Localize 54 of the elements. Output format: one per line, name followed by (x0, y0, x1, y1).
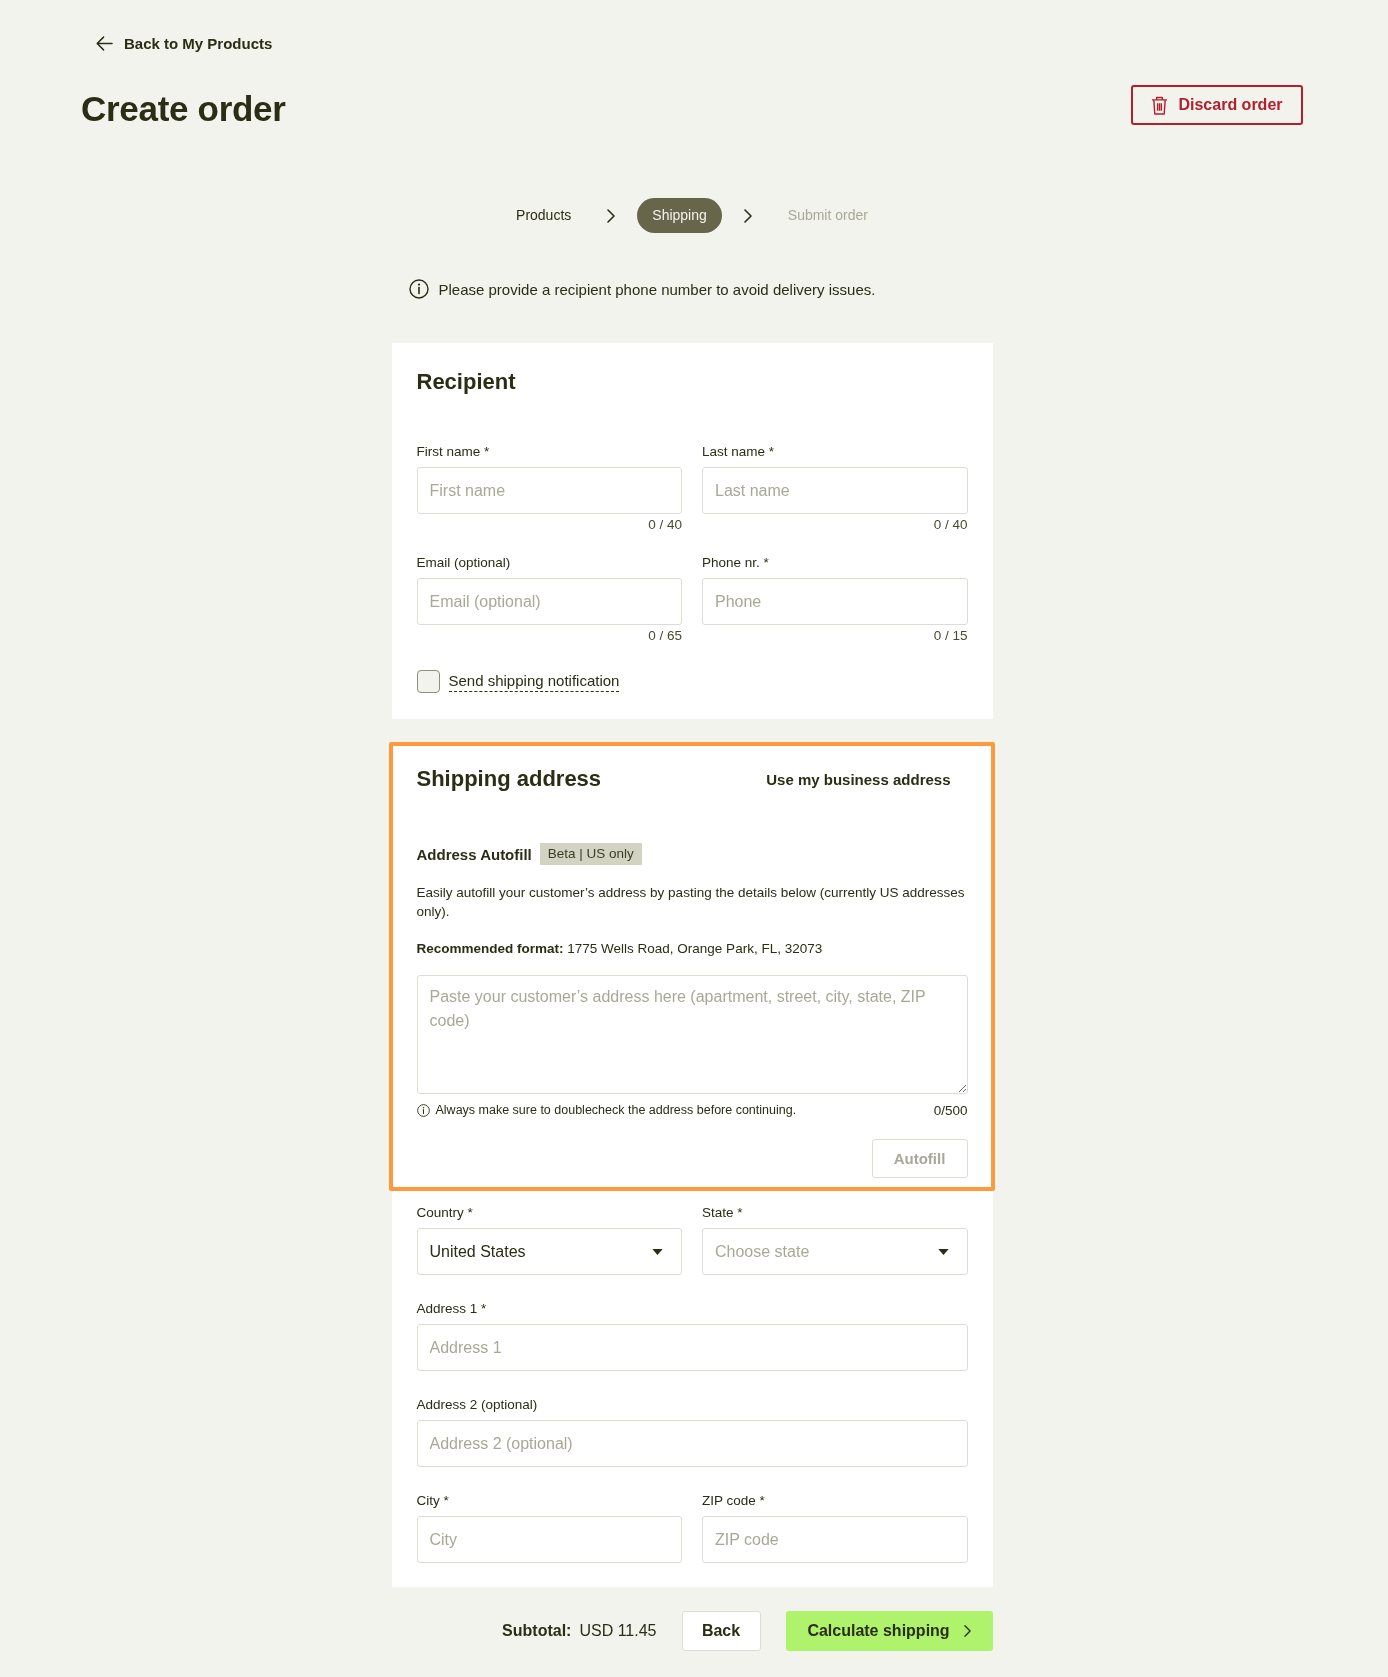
address-text-area[interactable]: Paste your customer’s address here (apartment, street, city, state, ZIP code) (416, 975, 968, 1094)
page-title: Create order (81, 88, 286, 130)
section-title: Shipping address (416, 765, 602, 793)
field-label: State * (702, 1204, 743, 1222)
arrow-left-icon (96, 35, 113, 51)
format-hint: Recommended format: 1775 Wells Road, Orange Park, FL, 32073 (416, 940, 824, 958)
chevron-right-icon (607, 208, 616, 223)
field-label: Address 1 * (416, 1300, 487, 1318)
input-field[interactable]: Address 2 (optional) (416, 1420, 968, 1467)
caret-down-icon (937, 1248, 949, 1255)
trash-icon (1151, 95, 1169, 115)
beta-badge: Beta | US only (539, 843, 642, 865)
input-field[interactable]: Email (optional) (416, 578, 682, 625)
business-address-link[interactable]: Use my business address (766, 770, 951, 788)
field-label: City * (416, 1492, 449, 1510)
character-counter: 0 / 65 (648, 628, 682, 644)
input-field[interactable]: City (416, 1516, 682, 1563)
caret-down-icon (652, 1248, 663, 1255)
field-label: Phone nr. * (702, 554, 769, 572)
autofill-title: Address Autofill (416, 845, 532, 863)
subtotal-amount: USD 11.45 (579, 1622, 657, 1640)
step-tab[interactable]: Shipping (637, 198, 722, 233)
field-label: First name * (416, 443, 490, 461)
chevron-right-icon (743, 208, 752, 223)
field-label: Email (optional) (416, 554, 511, 572)
field-label: Last name * (702, 443, 775, 461)
hint-text: Always make sure to doublecheck the address before continuing. (435, 1103, 798, 1117)
character-counter: 0 / 15 (933, 628, 968, 644)
field-label: ZIP code * (702, 1492, 765, 1510)
calculate-shipping-button[interactable]: Calculate shipping (785, 1611, 993, 1651)
back-button[interactable]: Back (681, 1611, 761, 1651)
input-field[interactable]: ZIP code (702, 1516, 968, 1563)
input-field[interactable]: Last name (702, 467, 968, 514)
checkbox-label[interactable]: Send shipping notification (448, 671, 620, 692)
info-icon (416, 1103, 430, 1117)
info-icon (408, 279, 429, 299)
field-label: Country * (416, 1204, 473, 1222)
autofill-description: Easily autofill your customer’s address by pasting the details below (currently US addresses only). (416, 884, 966, 921)
field-label: Address 2 (optional) (416, 1396, 538, 1414)
character-counter: 0 / 40 (933, 517, 968, 533)
step-tab[interactable]: Products (502, 198, 586, 233)
chevron-right-icon (963, 1625, 971, 1637)
section-title: Recipient (416, 368, 517, 396)
dropdown-field[interactable]: United States (416, 1228, 682, 1275)
input-field[interactable]: Phone (702, 578, 968, 625)
character-counter: 0 / 40 (648, 517, 682, 533)
back-link[interactable]: Back to My Products (96, 28, 273, 58)
character-counter: 0/500 (933, 1102, 968, 1118)
notice-text: Please provide a recipient phone number to avoid delivery issues. (438, 280, 876, 298)
input-field[interactable]: First name (416, 467, 682, 514)
input-field[interactable]: Address 1 (416, 1324, 968, 1371)
subtotal-label: Subtotal: (502, 1622, 572, 1640)
checkbox[interactable] (416, 670, 440, 693)
discard-order-button[interactable]: Discard order (1131, 85, 1303, 125)
